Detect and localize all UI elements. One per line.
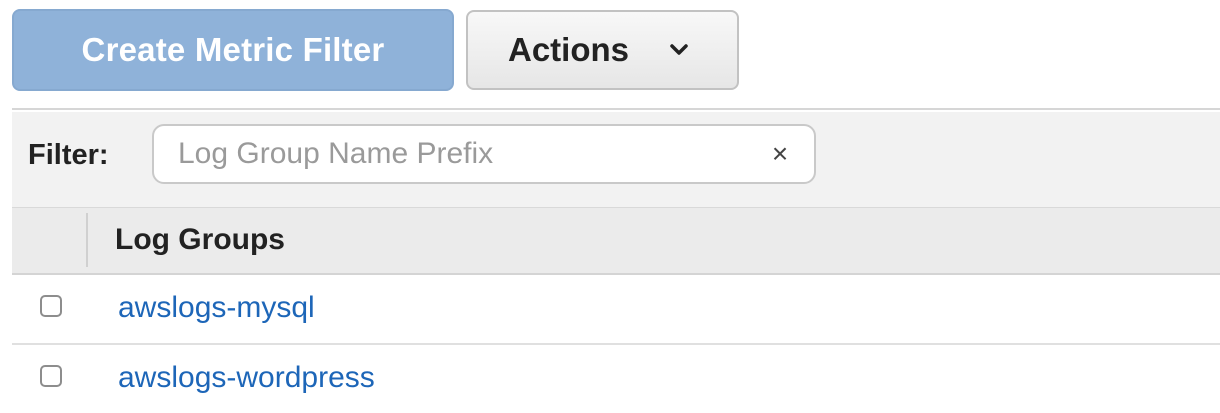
- filter-input-box: ×: [152, 124, 816, 184]
- log-group-link[interactable]: awslogs-mysql: [118, 288, 315, 328]
- actions-button-label: Actions: [508, 31, 630, 68]
- row-checkbox[interactable]: [40, 365, 62, 387]
- log-group-link[interactable]: awslogs-wordpress: [118, 358, 375, 398]
- column-divider: [86, 213, 88, 267]
- filter-label: Filter:: [28, 139, 109, 171]
- create-metric-filter-button[interactable]: Create Metric Filter: [12, 9, 454, 91]
- toolbar-divider: [12, 108, 1220, 110]
- table-row: awslogs-wordpress: [12, 345, 1220, 413]
- row-checkbox[interactable]: [40, 295, 62, 317]
- clear-icon[interactable]: ×: [764, 138, 796, 170]
- toolbar: Create Metric Filter Actions: [0, 0, 1220, 110]
- chevron-down-icon: [670, 44, 688, 55]
- log-group-prefix-input[interactable]: [178, 134, 738, 174]
- column-header-log-groups[interactable]: Log Groups: [115, 220, 285, 260]
- table-row: awslogs-mysql: [12, 275, 1220, 343]
- actions-button[interactable]: Actions: [466, 10, 739, 90]
